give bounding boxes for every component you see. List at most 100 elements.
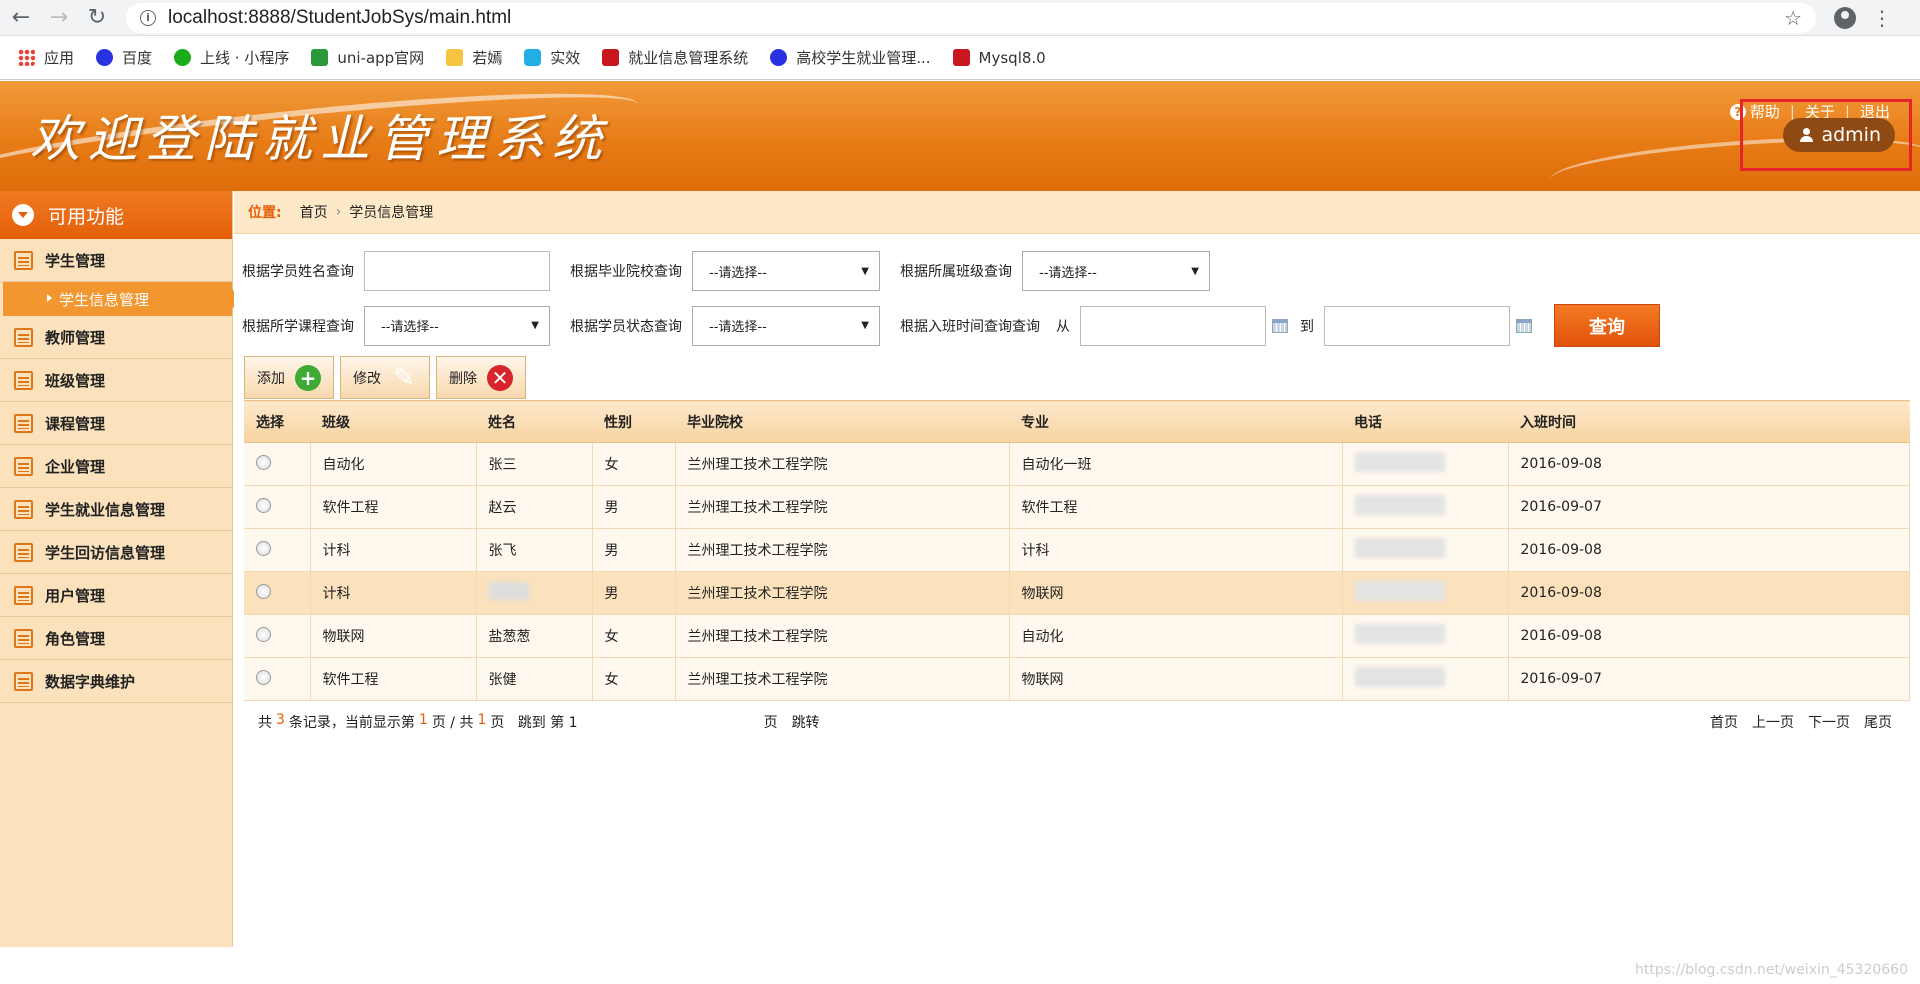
name-cell xyxy=(476,571,593,615)
phone-cell xyxy=(1342,442,1509,486)
edit-button[interactable]: 修改 ✎ xyxy=(340,356,430,399)
jump-link[interactable]: 跳转 xyxy=(792,712,820,732)
from-label: 从 xyxy=(1056,318,1070,335)
list-icon xyxy=(14,542,33,562)
back-icon[interactable]: ← xyxy=(4,1,38,35)
status-select[interactable]: --请选择-- ▼ xyxy=(692,305,880,346)
add-button[interactable]: 添加 + xyxy=(244,356,334,399)
sidebar-heading[interactable]: 可用功能 xyxy=(0,191,232,239)
calendar-icon[interactable] xyxy=(1272,318,1288,333)
sidebar-item-student[interactable]: 学生管理 xyxy=(0,239,232,282)
select-value: --请选择-- xyxy=(709,265,767,281)
major-cell: 物联网 xyxy=(1009,657,1343,701)
bookmark-baidu[interactable]: 百度 xyxy=(96,47,152,68)
search-row-2: 根据所学课程查询 --请选择-- ▼ 根据学员状态查询 --请选择-- ▼ 根据入班… xyxy=(242,304,1660,347)
pager-text: 条记录，当前显示第 xyxy=(288,715,415,731)
bookmark-college[interactable]: 高校学生就业管理... xyxy=(770,47,931,68)
sidebar-item-visit[interactable]: 学生回访信息管理 xyxy=(0,531,232,574)
col-entry-time: 入班时间 xyxy=(1508,400,1910,443)
account-icon[interactable] xyxy=(1834,6,1856,29)
bookmark-apps[interactable]: 应用 xyxy=(18,47,74,68)
delete-button[interactable]: 删除 ✕ xyxy=(436,356,526,399)
name-search-input[interactable] xyxy=(364,251,550,291)
system-title: 欢迎登陆就业管理系统 xyxy=(30,110,610,168)
info-icon[interactable]: i xyxy=(140,9,156,26)
sidebar-item-teacher[interactable]: 教师管理 xyxy=(0,316,232,359)
table-row[interactable]: 计科 男 兰州理工技术工程学院 物联网 2016-09-08 xyxy=(244,571,1910,615)
forward-icon[interactable]: → xyxy=(42,1,76,35)
gender-cell: 女 xyxy=(592,657,676,701)
calendar-icon[interactable] xyxy=(1516,318,1532,333)
user-badge[interactable]: admin xyxy=(1783,118,1895,152)
row-radio[interactable] xyxy=(256,454,271,470)
bookmark-label: 应用 xyxy=(44,49,75,67)
breadcrumb-current: 学员信息管理 xyxy=(349,205,434,221)
bookmark-label: 实效 xyxy=(550,49,581,67)
row-radio[interactable] xyxy=(256,669,271,685)
last-page-link[interactable]: 尾页 xyxy=(1864,712,1892,732)
prev-page-link[interactable]: 上一页 xyxy=(1752,712,1794,732)
username: admin xyxy=(1821,124,1881,146)
redacted-phone xyxy=(1354,624,1445,644)
sidebar-item-label: 班级管理 xyxy=(45,371,106,390)
next-page-link[interactable]: 下一页 xyxy=(1808,712,1850,732)
class-select[interactable]: --请选择-- ▼ xyxy=(1022,251,1210,291)
table-row[interactable]: 软件工程 赵云 男 兰州理工技术工程学院 软件工程 2016-09-07 xyxy=(244,485,1910,529)
sidebar-item-employment[interactable]: 学生就业信息管理 xyxy=(0,488,232,531)
sidebar-item-role[interactable]: 角色管理 xyxy=(0,617,232,660)
total-pages: 1 xyxy=(477,712,487,728)
sidebar-item-company[interactable]: 企业管理 xyxy=(0,445,232,488)
table-row[interactable]: 软件工程 张健 女 兰州理工技术工程学院 物联网 2016-09-07 xyxy=(244,657,1910,701)
user-icon xyxy=(1799,128,1814,142)
row-radio[interactable] xyxy=(256,540,271,556)
dropdown-arrow-icon: ▼ xyxy=(861,320,869,331)
end-date-input[interactable] xyxy=(1324,305,1510,346)
col-major: 专业 xyxy=(1009,400,1342,443)
url-text[interactable]: localhost:8888/StudentJobSys/main.html xyxy=(168,7,511,29)
query-button[interactable]: 查询 xyxy=(1554,304,1660,347)
row-radio[interactable] xyxy=(256,626,271,642)
bookmark-mysql[interactable]: Mysql8.0 xyxy=(952,49,1046,67)
sidebar-item-course[interactable]: 课程管理 xyxy=(0,402,232,445)
bookmark-folder[interactable]: 若嫣 xyxy=(446,47,502,68)
list-icon xyxy=(14,456,33,476)
phone-cell xyxy=(1342,485,1509,529)
table-row[interactable]: 计科 张飞 男 兰州理工技术工程学院 计科 2016-09-08 xyxy=(244,528,1910,572)
main-content: 位置: 首页 › 学员信息管理 根据学员姓名查询 根据毕业院校查询 --请选择-… xyxy=(234,191,1920,947)
sidebar-item-label: 用户管理 xyxy=(45,586,106,605)
first-page-link[interactable]: 首页 xyxy=(1710,712,1738,732)
bookmark-shixiao[interactable]: 实效 xyxy=(524,47,580,68)
sidebar-item-label: 课程管理 xyxy=(45,414,106,433)
address-bar[interactable]: i localhost:8888/StudentJobSys/main.html… xyxy=(126,2,1816,33)
bookmark-label: uni-app官网 xyxy=(337,49,425,67)
name-cell: 张健 xyxy=(476,657,593,701)
school-select[interactable]: --请选择-- ▼ xyxy=(692,251,880,291)
breadcrumb-home[interactable]: 首页 xyxy=(300,202,328,222)
csdn-icon xyxy=(952,49,970,66)
bookmark-jobsys[interactable]: 就业信息管理系统 xyxy=(602,47,748,68)
row-radio[interactable] xyxy=(256,583,271,599)
bookmark-label: 上线 · 小程序 xyxy=(200,49,290,67)
csdn-icon xyxy=(602,49,620,66)
sidebar-subitem-student-info[interactable]: 学生信息管理 xyxy=(3,282,241,316)
sidebar-item-user[interactable]: 用户管理 xyxy=(0,574,232,617)
redacted-phone xyxy=(1354,667,1445,687)
course-select[interactable]: --请选择-- ▼ xyxy=(364,305,550,346)
table-row[interactable]: 物联网 盐葱葱 女 兰州理工技术工程学院 自动化 2016-09-08 xyxy=(244,614,1910,658)
reload-icon[interactable]: ↻ xyxy=(80,1,114,35)
row-radio[interactable] xyxy=(256,497,271,513)
table-row[interactable]: 自动化 张三 女 兰州理工技术工程学院 自动化一班 2016-09-08 xyxy=(244,442,1910,486)
sidebar-item-class[interactable]: 班级管理 xyxy=(0,359,232,402)
bookmark-uniapp[interactable]: uni-app官网 xyxy=(311,47,424,68)
start-date-input[interactable] xyxy=(1080,305,1266,346)
select-cell xyxy=(244,442,311,486)
menu-icon[interactable]: ⋮ xyxy=(1872,6,1892,30)
sidebar-item-dictionary[interactable]: 数据字典维护 xyxy=(0,660,232,703)
bookmark-miniprogram[interactable]: 上线 · 小程序 xyxy=(174,47,289,68)
pagination: 共 3 条记录，当前显示第 1 页 / 共 1 页 跳到 第 1 页 跳转 首页… xyxy=(244,712,1910,732)
class-cell: 计科 xyxy=(310,528,477,572)
bookmark-star-icon[interactable]: ☆ xyxy=(1784,6,1802,30)
list-icon xyxy=(14,413,33,433)
baidu-icon xyxy=(96,49,114,66)
list-icon xyxy=(14,250,33,270)
